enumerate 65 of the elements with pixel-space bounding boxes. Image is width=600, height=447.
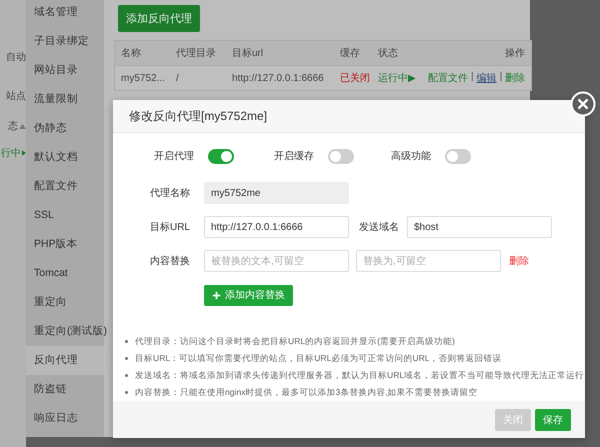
cache-status[interactable]: 已关闭: [340, 71, 378, 85]
page-text: 站点: [6, 90, 26, 103]
field-label: 内容替换: [149, 254, 190, 268]
help-note: 代理目录：访问这个目录时将会把目标URL的内容返回并显示(需要开启高级功能): [135, 336, 455, 348]
table-cell-text: /: [176, 72, 180, 84]
sidebar-item[interactable]: 伪静态: [26, 114, 104, 143]
toggle-switch[interactable]: [208, 148, 234, 164]
replace-from-field[interactable]: 被替换的文本,可留空: [204, 250, 349, 272]
column-header: 代理目录: [176, 47, 217, 60]
column-header: 名称: [121, 47, 142, 60]
close-icon[interactable]: [570, 91, 596, 117]
help-note: 内容替换：只能在使用nginx时提供，最多可以添加3条替换内容,如果不需要替换请留空: [135, 386, 478, 398]
sidebar-item[interactable]: 默认文档: [26, 143, 104, 172]
add-replace-button[interactable]: 添加内容替换: [204, 284, 293, 306]
plus-icon: [212, 290, 221, 300]
column-header: 态: [8, 120, 18, 133]
sidebar-item[interactable]: 网站目录: [26, 56, 104, 85]
column-header: 状态: [378, 46, 399, 60]
sidebar-item[interactable]: PHP版本: [26, 230, 104, 259]
separator: |: [471, 71, 474, 84]
add-proxy-button[interactable]: 添加反向代理: [118, 5, 200, 32]
sidebar-item[interactable]: 子目录绑定: [26, 27, 104, 56]
save-button[interactable]: 保存: [535, 408, 571, 430]
sidebar-item[interactable]: 流量限制: [26, 85, 104, 114]
replace-to-field[interactable]: 替换为,可留空: [356, 250, 501, 272]
sidebar-item[interactable]: SSL: [26, 201, 104, 230]
action-link[interactable]: 删除: [505, 71, 526, 85]
sidebar-item[interactable]: 重定向(测试版): [26, 317, 104, 346]
run-status[interactable]: 运行中▶: [378, 71, 428, 85]
column-header: 缓存: [340, 46, 361, 60]
toggle-label: 开启代理: [154, 150, 194, 163]
separator: |: [500, 71, 502, 84]
bullet-icon: [125, 391, 128, 394]
bullet-icon: [125, 340, 128, 343]
column-header: 操作: [504, 47, 526, 60]
bullet-icon: [125, 374, 128, 377]
field-label: 目标URL: [148, 220, 190, 234]
delete-link[interactable]: 删除: [509, 254, 529, 268]
sort-icon[interactable]: [19, 124, 26, 128]
sidebar-item[interactable]: 反向代理: [26, 346, 104, 375]
status-text: 行中: [1, 146, 21, 160]
help-note: 目标URL：可以填写你需要代理的站点，目标URL必须为可正常访问的URL，否则将返回错误: [135, 352, 502, 364]
field-label: 代理名称: [149, 187, 190, 200]
page-text: 自动: [6, 51, 26, 64]
sidebar-item[interactable]: 响应日志: [26, 404, 104, 433]
table-cell-text: http://127.0.0.1:6666: [232, 72, 325, 84]
help-note: 发送域名：将域名添加到请求头传递到代理服务器，默认为目标URL域名，若设置不当可能导致代理无法正常运行: [135, 370, 584, 382]
bullet-icon: [125, 357, 128, 360]
send-domain-field[interactable]: $host: [407, 216, 552, 238]
sidebar-item[interactable]: 配置文件: [26, 172, 104, 201]
field-label: 发送域名: [359, 220, 400, 234]
dialog-title: 修改反向代理[my5752me]: [129, 108, 268, 124]
sidebar-item[interactable]: 重定向: [26, 288, 104, 317]
toggle-switch[interactable]: [328, 148, 354, 164]
target-url-field[interactable]: http://127.0.0.1:6666: [204, 216, 349, 238]
sidebar-item[interactable]: 域名管理: [26, 0, 104, 27]
sidebar-item[interactable]: Tomcat: [26, 259, 104, 288]
action-link[interactable]: 配置文件: [428, 71, 468, 85]
column-header: 目标url: [232, 46, 264, 60]
toggle-switch[interactable]: [445, 148, 471, 164]
toggle-label: 开启缓存: [274, 150, 314, 163]
sidebar-item[interactable]: 防盗链: [26, 375, 104, 404]
action-link[interactable]: 编辑: [476, 71, 497, 85]
table-cell-text: my5752...: [121, 72, 166, 84]
toggle-label: 高级功能: [391, 150, 431, 163]
